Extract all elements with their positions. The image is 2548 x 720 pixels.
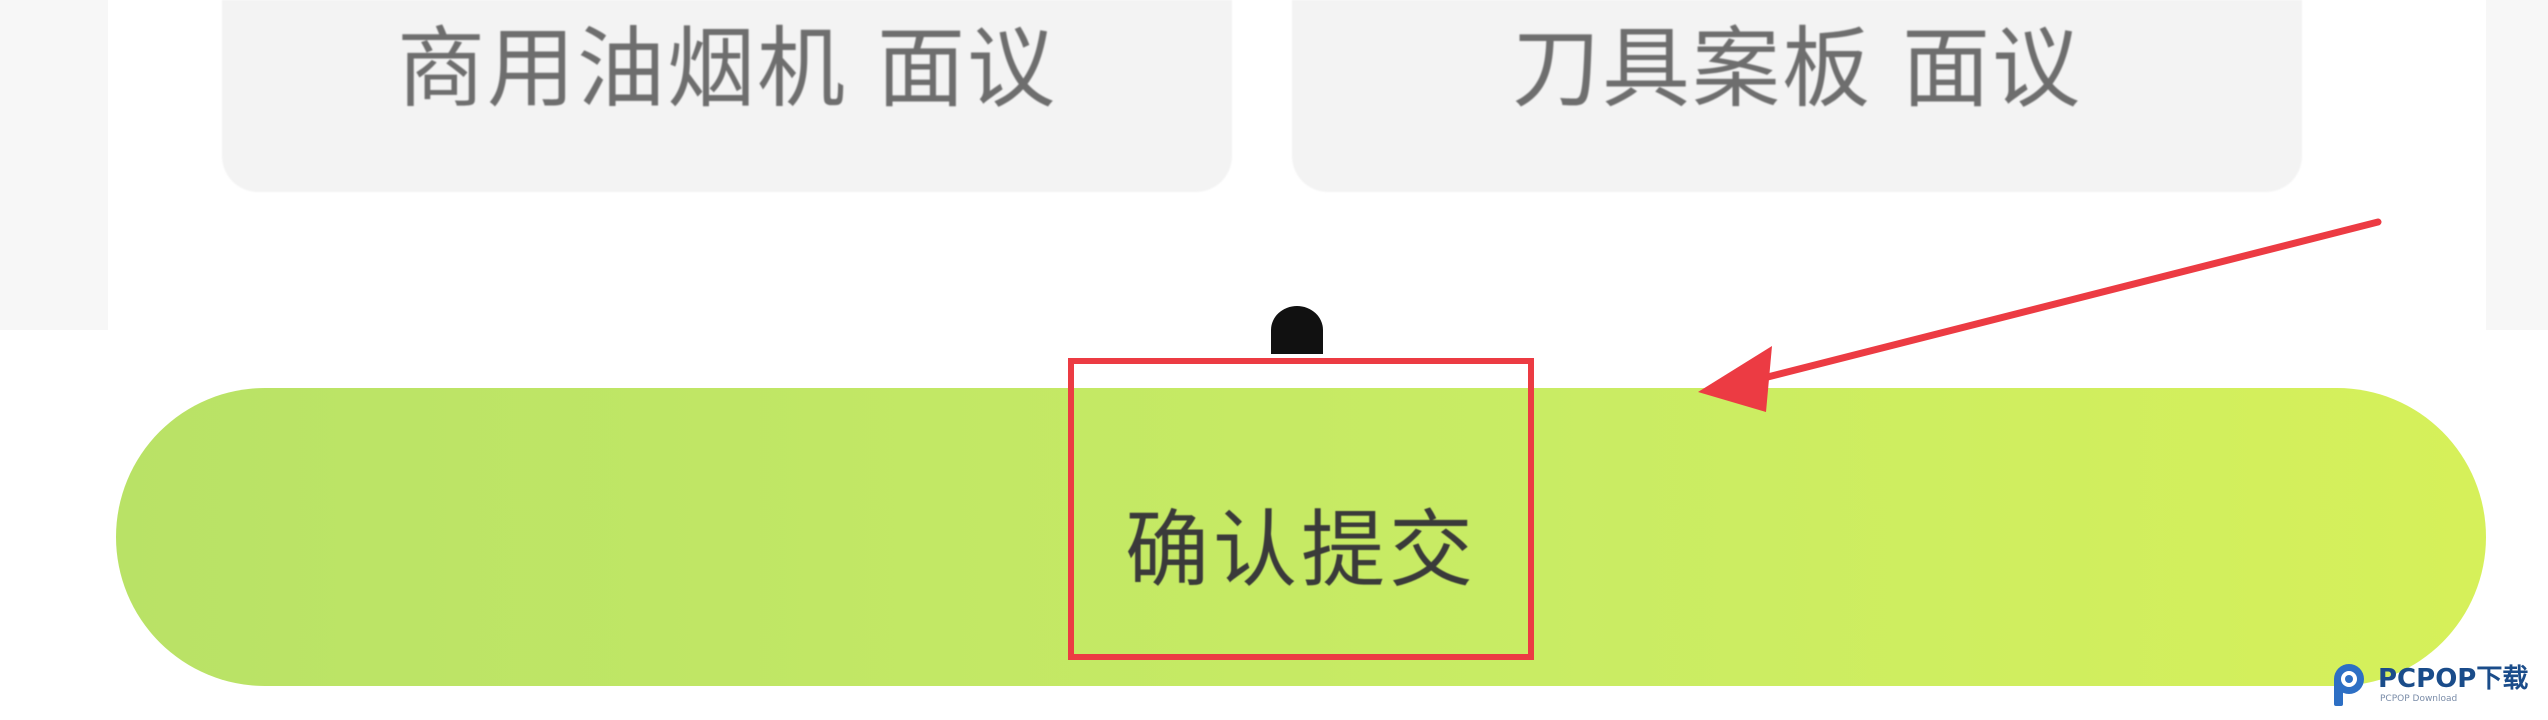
pcpop-logo-icon — [2334, 664, 2364, 706]
option-card-knife-board[interactable]: 刀具案板 面议 — [1292, 0, 2302, 192]
background-right-edge — [2486, 0, 2548, 330]
watermark: PCPOP下载 PCPOP Download — [2330, 656, 2540, 712]
cursor-pointer-icon — [1271, 306, 1323, 354]
watermark-brand: PCPOP下载 — [2378, 664, 2529, 694]
option-card-range-hood[interactable]: 商用油烟机 面议 — [222, 0, 1232, 192]
background-left-edge — [0, 0, 108, 330]
option-card-label: 刀具案板 面议 — [1512, 16, 2082, 120]
confirm-submit-label: 确认提交 — [1124, 500, 1477, 599]
confirm-submit-button[interactable]: 确认提交 — [116, 388, 2486, 686]
watermark-text-group: PCPOP下载 PCPOP Download — [2378, 664, 2528, 704]
watermark-subtitle: PCPOP Download — [2380, 694, 2458, 704]
option-card-label: 商用油烟机 面议 — [397, 16, 1057, 120]
